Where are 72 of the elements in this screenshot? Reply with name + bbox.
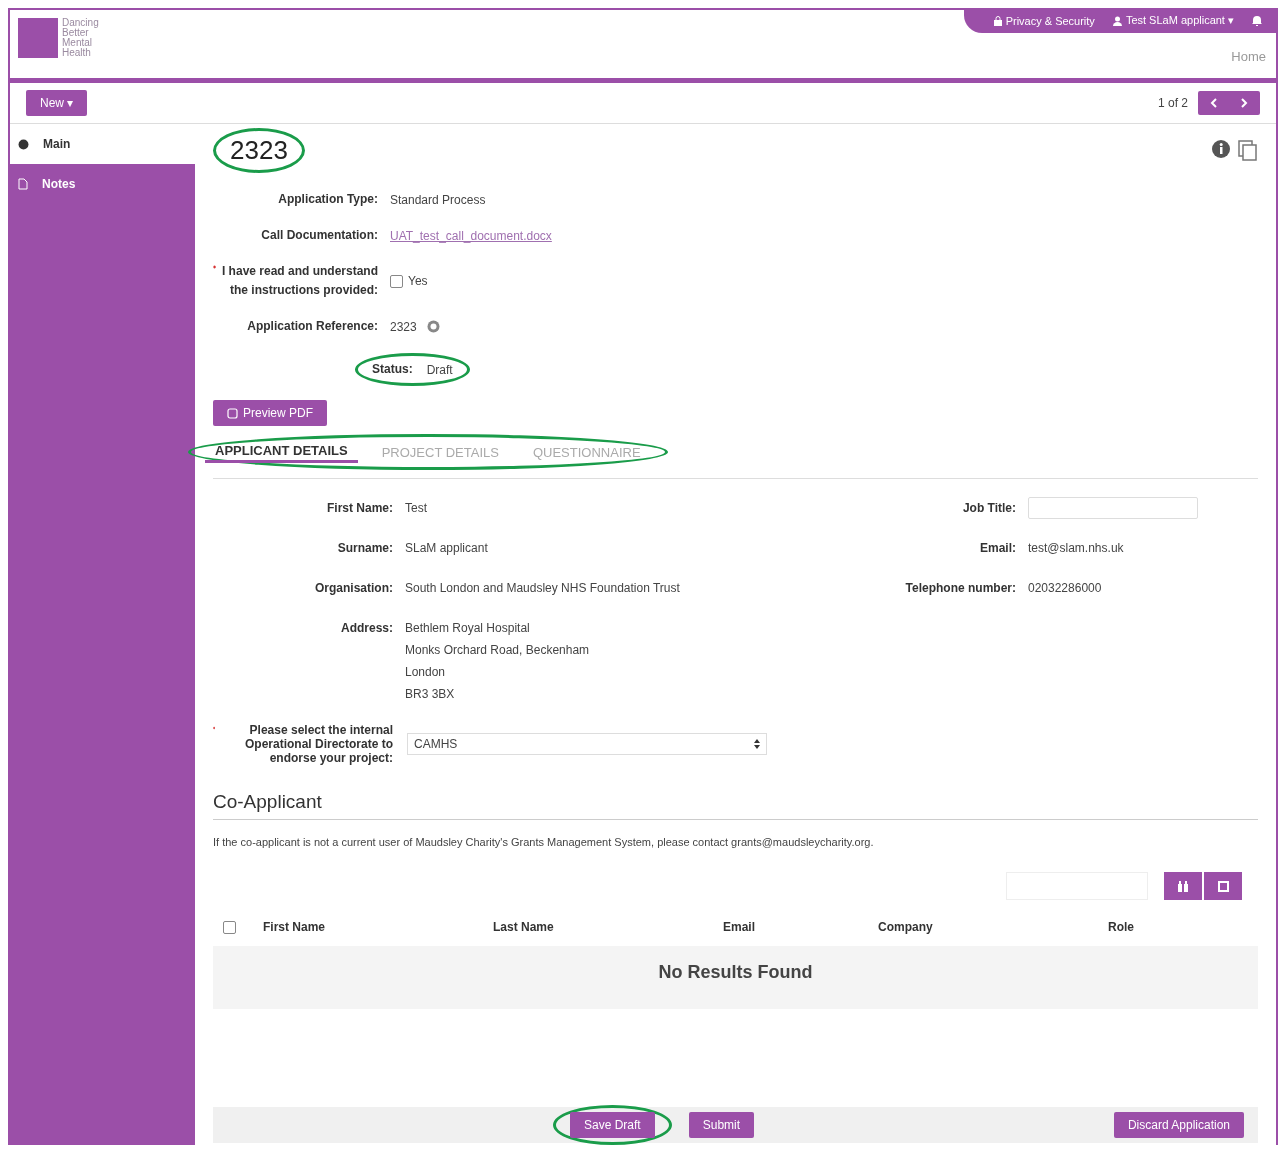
column-header[interactable]: First Name xyxy=(263,920,493,934)
columns-icon xyxy=(1217,880,1229,892)
home-link[interactable]: Home xyxy=(1231,49,1266,64)
field-value: BR3 3BX xyxy=(405,687,456,701)
binoculars-button[interactable] xyxy=(1164,872,1202,900)
column-header[interactable]: Role xyxy=(1108,920,1248,934)
bell-icon[interactable] xyxy=(1252,15,1262,26)
sidebar-item[interactable]: Notes xyxy=(10,164,195,204)
field-label: Address: xyxy=(340,621,393,635)
field-value: Draft xyxy=(426,362,453,377)
field-label: Email: xyxy=(979,541,1016,555)
sidebar-item[interactable]: Main xyxy=(10,124,195,164)
logo-mark xyxy=(18,18,58,58)
pager-buttons[interactable] xyxy=(1198,91,1260,115)
field-label: Job Title: xyxy=(961,501,1016,515)
field-value: test@slam.nhs.uk xyxy=(1028,541,1125,555)
column-header[interactable]: Last Name xyxy=(493,920,723,934)
field-value: Test xyxy=(405,501,428,515)
field-label: Application Type: xyxy=(278,191,378,208)
footer-button[interactable]: Save Draft xyxy=(570,1112,655,1138)
field-value: SLaM applicant xyxy=(405,541,489,555)
discard-button[interactable]: Discard Application xyxy=(1113,1112,1244,1138)
chevron-right-icon xyxy=(1241,98,1248,108)
field-label: Call Documentation: xyxy=(261,227,378,244)
pdf-icon xyxy=(227,407,238,419)
columns-button[interactable] xyxy=(1204,872,1242,900)
column-header[interactable]: Company xyxy=(878,920,1108,934)
field-value: 2323 xyxy=(390,319,417,334)
binoculars-icon xyxy=(1177,880,1189,892)
field-label: Please select the internal Operational Directorate to endorse your project: xyxy=(243,723,393,765)
field-label: Organisation: xyxy=(314,581,393,595)
required-asterisk-icon xyxy=(213,264,217,270)
top-link[interactable]: Test SLaM applicant ▾ xyxy=(1112,14,1234,27)
lock-icon xyxy=(993,15,1002,26)
record-title: 2323 xyxy=(230,135,288,166)
field-value: South London and Maudsley NHS Foundation Trust xyxy=(405,581,680,595)
sort-caret-icon xyxy=(754,739,760,749)
field-label: Application Reference: xyxy=(247,318,378,335)
preview-pdf-button[interactable]: Preview PDF xyxy=(213,400,327,426)
column-header[interactable]: Email xyxy=(723,920,878,934)
empty-message: No Results Found xyxy=(213,946,1258,1009)
document-icon xyxy=(18,178,28,190)
field-value: Standard Process xyxy=(390,192,487,207)
user-icon xyxy=(1112,15,1122,26)
field-value: Bethlem Royal Hospital xyxy=(405,621,531,635)
new-button[interactable]: New ▾ xyxy=(26,90,88,116)
tab[interactable]: APPLICANT DETAILS xyxy=(205,441,358,463)
help-icon[interactable] xyxy=(426,320,440,333)
top-link[interactable]: Privacy & Security xyxy=(993,14,1095,27)
field-label: Surname: xyxy=(336,541,393,555)
logo-text: Dancing Better Mental Health xyxy=(62,18,100,58)
globe-icon xyxy=(18,138,29,150)
info-icon[interactable] xyxy=(1212,139,1230,158)
footer-button[interactable]: Submit xyxy=(688,1112,755,1138)
pager-text: 1 of 2 xyxy=(1157,96,1188,110)
info-note: If the co-applicant is not a current user of Maudsley Charity's Grants Management System, please contact grants@maudsleycharity.org. xyxy=(213,836,875,848)
document-link[interactable]: UAT_test_call_document.docx xyxy=(390,228,552,243)
field-value: 02032286000 xyxy=(1028,581,1103,595)
field-value: London xyxy=(405,665,447,679)
section-heading: Co-Applicant xyxy=(213,791,1258,820)
job-title-field[interactable] xyxy=(1028,497,1198,519)
chevron-left-icon xyxy=(1210,98,1217,108)
select-all-checkbox[interactable] xyxy=(223,920,236,934)
field-value: Monks Orchard Road, Beckenham xyxy=(405,643,591,657)
field-label: Telephone number: xyxy=(905,581,1016,595)
field-label: Status: xyxy=(372,361,413,378)
checkbox-label: Yes xyxy=(408,274,428,288)
checkbox[interactable] xyxy=(390,274,403,288)
field-label: First Name: xyxy=(325,501,393,515)
copy-icon[interactable] xyxy=(1238,139,1258,162)
field-label: I have read and understand the instructions provided: xyxy=(220,263,378,299)
directorate-select[interactable]: CAMHS xyxy=(407,733,767,755)
